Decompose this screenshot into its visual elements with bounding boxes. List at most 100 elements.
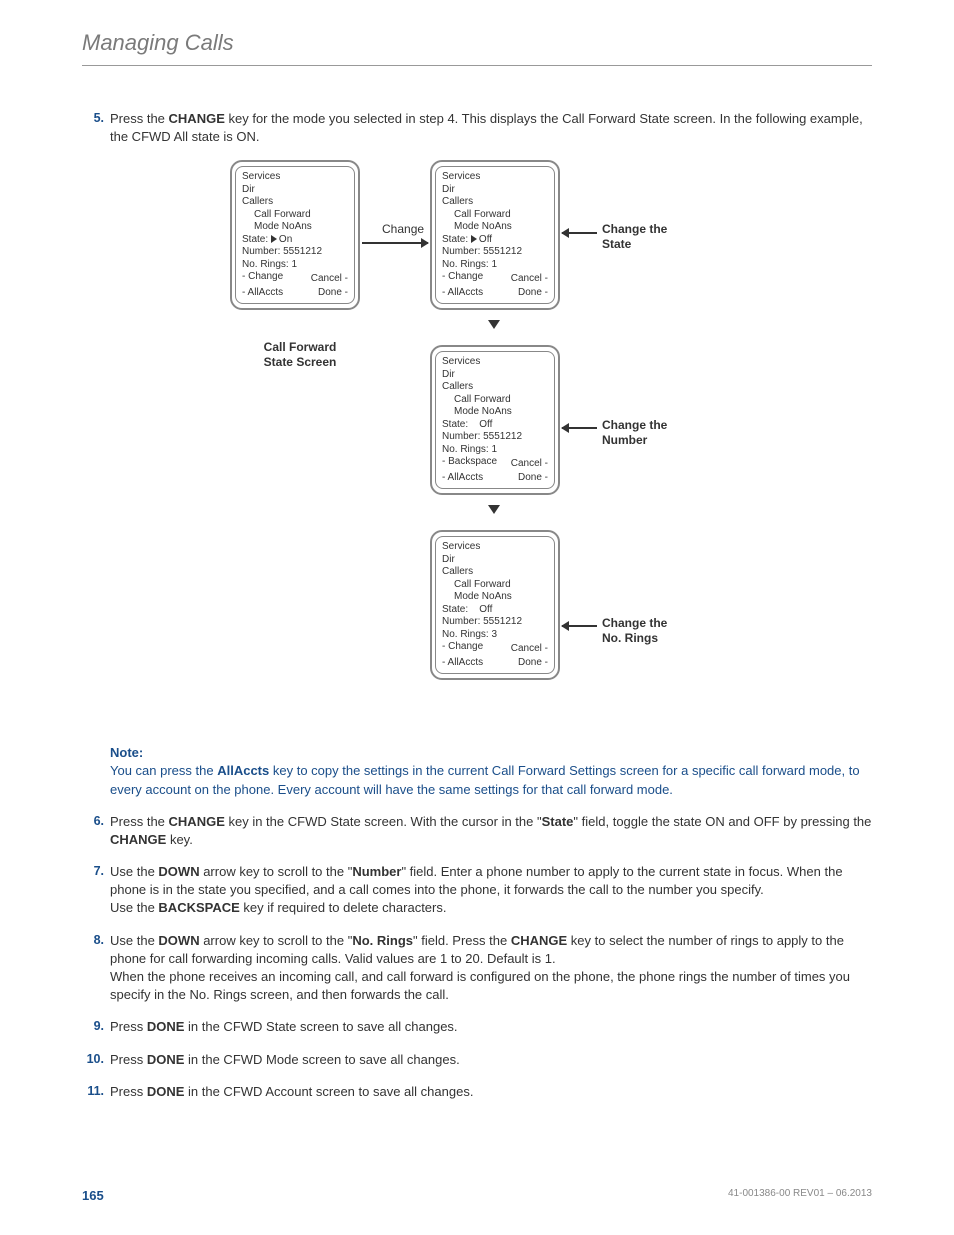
step-9: 9. Press DONE in the CFWD State screen t… <box>82 1018 872 1036</box>
screen-inner: Services Dir Callers Call Forward Mode N… <box>235 166 355 304</box>
done: Done - <box>518 657 548 670</box>
line: Services <box>242 171 348 184</box>
line: No. Rings: 1 <box>442 444 548 457</box>
arrow-left <box>562 625 597 627</box>
line: Callers <box>242 196 348 209</box>
line: Callers <box>442 196 548 209</box>
cancel: Cancel - <box>311 273 348 286</box>
cursor-icon <box>271 235 277 243</box>
label-change-number: Change the Number <box>602 418 667 447</box>
line: Mode NoAns <box>242 221 348 234</box>
label-state-screen: Call Forward State Screen <box>250 340 350 369</box>
arrow-label-change: Change <box>382 222 424 236</box>
line: Mode NoAns <box>442 591 548 604</box>
step-6: 6. Press the CHANGE key in the CFWD Stat… <box>82 813 872 849</box>
line: Callers <box>442 566 548 579</box>
page-number: 165 <box>82 1187 104 1205</box>
step-body: Press the CHANGE key for the mode you se… <box>110 110 872 146</box>
line: State: Off <box>442 234 548 247</box>
bold: AllAccts <box>217 763 269 778</box>
text: You can press the <box>110 763 217 778</box>
line: Mode NoAns <box>442 406 548 419</box>
phone-screen-b: Services Dir Callers Call Forward Mode N… <box>430 160 560 310</box>
line: Number: 5551212 <box>242 246 348 259</box>
all-accts: - AllAccts <box>442 287 483 300</box>
step-10: 10. Press DONE in the CFWD Mode screen t… <box>82 1051 872 1069</box>
line: Mode NoAns <box>442 221 548 234</box>
line: Services <box>442 171 548 184</box>
line: State: Off <box>442 419 548 432</box>
step-body: Use the DOWN arrow key to scroll to the … <box>110 863 872 918</box>
note-label: Note: <box>110 745 143 760</box>
down-arrow-icon <box>488 320 500 329</box>
line: Call Forward <box>442 209 548 222</box>
step-number: 5. <box>82 110 110 146</box>
cancel: Cancel - <box>511 273 548 286</box>
screen-inner: Services Dir Callers Call Forward Mode N… <box>435 166 555 304</box>
line: State: On <box>242 234 348 247</box>
line: Callers <box>442 381 548 394</box>
step-body: Press DONE in the CFWD State screen to s… <box>110 1018 872 1036</box>
phone-screen-a: Services Dir Callers Call Forward Mode N… <box>230 160 360 310</box>
line: No. Rings: 1 <box>442 259 548 272</box>
phone-screen-d: Services Dir Callers Call Forward Mode N… <box>430 530 560 680</box>
step-8: 8. Use the DOWN arrow key to scroll to t… <box>82 932 872 1005</box>
line: State: Off <box>442 604 548 617</box>
label-change-state: Change the State <box>602 222 667 251</box>
arrow-left <box>562 427 597 429</box>
phone-screen-c: Services Dir Callers Call Forward Mode N… <box>430 345 560 495</box>
cursor-icon <box>471 235 477 243</box>
arrow-right <box>362 242 428 244</box>
line: Call Forward <box>442 394 548 407</box>
step-11: 11. Press DONE in the CFWD Account scree… <box>82 1083 872 1101</box>
line: Services <box>442 356 548 369</box>
cancel: Cancel - <box>511 643 548 656</box>
label-change-rings: Change the No. Rings <box>602 616 667 645</box>
line: Number: 5551212 <box>442 616 548 629</box>
note-box: Note: You can press the AllAccts key to … <box>110 744 872 799</box>
document-id: 41-001386-00 REV01 – 06.2013 <box>728 1187 872 1205</box>
line: Dir <box>442 184 548 197</box>
bottom-row: - AllAccts Done - <box>442 657 548 670</box>
step-number: 8. <box>82 932 110 1005</box>
step-body: Press DONE in the CFWD Account screen to… <box>110 1083 872 1101</box>
step-number: 7. <box>82 863 110 918</box>
step-7: 7. Use the DOWN arrow key to scroll to t… <box>82 863 872 918</box>
line: No. Rings: 1 <box>242 259 348 272</box>
bottom-row: - AllAccts Done - <box>442 472 548 485</box>
done: Done - <box>318 287 348 300</box>
line: Number: 5551212 <box>442 431 548 444</box>
step-body: Press the CHANGE key in the CFWD State s… <box>110 813 872 849</box>
down-arrow-icon <box>488 505 500 514</box>
line: Services <box>442 541 548 554</box>
arrow-left <box>562 232 597 234</box>
all-accts: - AllAccts <box>442 657 483 670</box>
line: Dir <box>442 554 548 567</box>
step-number: 10. <box>82 1051 110 1069</box>
line: Dir <box>242 184 348 197</box>
page-footer: 165 41-001386-00 REV01 – 06.2013 <box>82 1187 872 1205</box>
step-number: 6. <box>82 813 110 849</box>
document-page: Managing Calls 5. Press the CHANGE key f… <box>0 0 954 1235</box>
all-accts: - AllAccts <box>242 287 283 300</box>
line: Number: 5551212 <box>442 246 548 259</box>
line: No. Rings: 3 <box>442 629 548 642</box>
screen-inner: Services Dir Callers Call Forward Mode N… <box>435 351 555 489</box>
step-body: Use the DOWN arrow key to scroll to the … <box>110 932 872 1005</box>
page-title: Managing Calls <box>82 28 872 66</box>
diagram: Services Dir Callers Call Forward Mode N… <box>110 160 872 730</box>
step-number: 9. <box>82 1018 110 1036</box>
done: Done - <box>518 472 548 485</box>
screen-inner: Services Dir Callers Call Forward Mode N… <box>435 536 555 674</box>
bottom-row: - AllAccts Done - <box>442 287 548 300</box>
line: Call Forward <box>242 209 348 222</box>
step-5: 5. Press the CHANGE key for the mode you… <box>82 110 872 146</box>
text: Press the <box>110 111 169 126</box>
bold: CHANGE <box>169 111 225 126</box>
done: Done - <box>518 287 548 300</box>
step-body: Press DONE in the CFWD Mode screen to sa… <box>110 1051 872 1069</box>
line: Dir <box>442 369 548 382</box>
line: Call Forward <box>442 579 548 592</box>
bottom-row: - AllAccts Done - <box>242 287 348 300</box>
step-number: 11. <box>82 1083 110 1101</box>
